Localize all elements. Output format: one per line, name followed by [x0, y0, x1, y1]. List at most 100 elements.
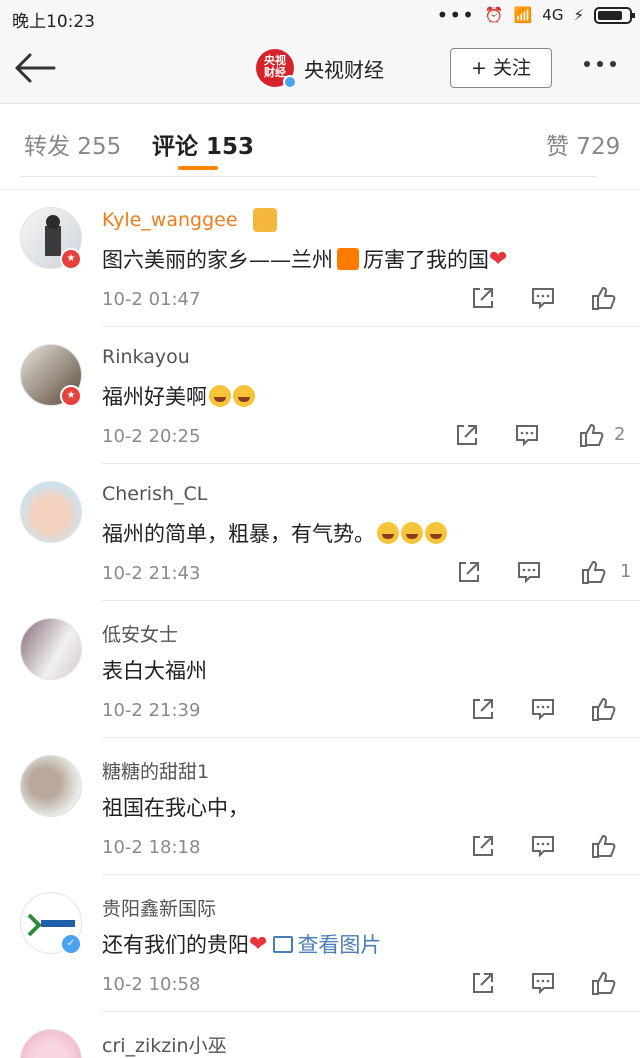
verified-icon	[283, 75, 297, 89]
comment-text-part: 福州好美啊	[102, 385, 207, 409]
comment-icon[interactable]	[530, 285, 556, 311]
view-image-label: 查看图片	[297, 933, 382, 957]
comment-actions: 1	[456, 559, 640, 589]
vip-crown-icon	[253, 208, 277, 232]
like-icon[interactable]	[590, 696, 616, 722]
follow-button[interactable]: + 关注	[450, 48, 552, 88]
comment-username[interactable]: Cherish_CL	[102, 483, 207, 505]
comment-text-part: 表白大福州	[102, 659, 207, 683]
tab-likes[interactable]: 赞 729	[546, 127, 620, 161]
comment-text-part: 祖国在我心中，	[102, 796, 249, 820]
comment-text-part: 福州的简单，粗暴，有气势。	[102, 522, 375, 546]
comment-time: 10-2 10:58	[102, 974, 201, 995]
repost-icon[interactable]	[470, 696, 496, 722]
like-icon[interactable]	[578, 422, 604, 448]
comment-item: ★ Rinkayou 福州好美啊 10-2 20:25 2	[0, 327, 640, 464]
repost-icon[interactable]	[470, 285, 496, 311]
comment-text: 表白大福州	[102, 655, 207, 685]
avatar-logo-text: 央视财经	[264, 54, 286, 79]
image-icon	[273, 935, 294, 953]
comment-item: ★ Kyle_wanggee 图六美丽的家乡——兰州 厉害了我的国 ❤ 10-2…	[0, 190, 640, 327]
view-image-link[interactable]: 查看图片	[273, 929, 381, 959]
status-bar: 晚上10:23 ••• ⏰ 📶 4G ⚡	[0, 0, 640, 34]
network-type: 4G	[542, 6, 564, 24]
comment-actions	[470, 970, 640, 1000]
member-badge-icon: ★	[60, 248, 82, 270]
comment-text-part: 厉害了我的国	[363, 248, 489, 272]
verified-icon: ✓	[60, 933, 82, 955]
alarm-icon: ⏰	[484, 6, 504, 24]
comment-time: 10-2 20:25	[102, 426, 201, 447]
comment-time: 10-2 21:39	[102, 700, 201, 721]
status-time: 晚上10:23	[12, 12, 95, 32]
account-header[interactable]: 央视财经 央视财经	[256, 49, 384, 89]
laughing-emoji-icon	[425, 522, 447, 544]
avatar[interactable]	[20, 1029, 82, 1058]
comment-username[interactable]: Rinkayou	[102, 346, 190, 368]
comment-text-part: 还有我们的贵阳	[102, 933, 249, 957]
charging-icon: ⚡	[573, 6, 584, 24]
more-options-icon[interactable]	[584, 61, 616, 67]
comment-actions: 2	[454, 422, 640, 452]
laughing-emoji-icon	[377, 522, 399, 544]
avatar[interactable]	[20, 755, 82, 817]
comment-username[interactable]: cri_zikzin小巫	[102, 1031, 227, 1058]
comment-item: cri_zikzin小巫	[0, 1012, 640, 1058]
more-notifications-icon: •••	[436, 3, 475, 27]
comment-text: 福州好美啊	[102, 381, 255, 411]
like-icon[interactable]	[590, 970, 616, 996]
tab-bar: 转发 255 评论 153 赞 729	[0, 105, 640, 177]
account-avatar[interactable]: 央视财经	[256, 49, 297, 89]
comment-time: 10-2 18:18	[102, 837, 201, 858]
crying-emoji-icon	[209, 385, 231, 407]
comment-item: ✓ 贵阳鑫新国际 还有我们的贵阳 ❤ 查看图片 10-2 10:58	[0, 875, 640, 1012]
nav-bar: 央视财经 央视财经 + 关注	[0, 34, 640, 104]
comment-username[interactable]: Kyle_wanggee	[102, 209, 238, 231]
repost-icon[interactable]	[470, 970, 496, 996]
like-count: 1	[620, 561, 632, 582]
comment-actions	[470, 285, 640, 315]
repost-icon[interactable]	[454, 422, 480, 448]
comment-username[interactable]: 贵阳鑫新国际	[102, 894, 216, 921]
comment-actions	[470, 833, 640, 863]
comment-text: 还有我们的贵阳 ❤ 查看图片	[102, 929, 381, 959]
zan-emoji-icon	[337, 248, 359, 270]
comment-icon[interactable]	[530, 833, 556, 859]
comment-time: 10-2 21:43	[102, 563, 201, 584]
comment-username[interactable]: 低安女士	[102, 620, 178, 647]
repost-icon[interactable]	[470, 833, 496, 859]
crying-emoji-icon	[233, 385, 255, 407]
laughing-emoji-icon	[401, 522, 423, 544]
comment-item: 低安女士 表白大福州 10-2 21:39	[0, 601, 640, 738]
repost-icon[interactable]	[456, 559, 482, 585]
comment-icon[interactable]	[516, 559, 542, 585]
comment-actions	[470, 696, 640, 726]
comment-item: Cherish_CL 福州的简单，粗暴，有气势。 10-2 21:43 1	[0, 464, 640, 601]
status-icons: ••• ⏰ 📶 4G ⚡	[436, 3, 635, 27]
member-badge-icon: ★	[60, 385, 82, 407]
comment-item: 糖糖的甜甜1 祖国在我心中， 10-2 18:18	[0, 738, 640, 875]
comment-text: 祖国在我心中，	[102, 792, 249, 822]
wifi-icon: 📶	[513, 6, 533, 24]
like-icon[interactable]	[590, 285, 616, 311]
comment-time: 10-2 01:47	[102, 289, 201, 310]
avatar[interactable]	[20, 618, 82, 680]
tab-reposts[interactable]: 转发 255	[24, 127, 121, 161]
tabs-divider	[20, 176, 598, 177]
active-tab-indicator	[178, 166, 218, 170]
back-arrow-icon[interactable]	[14, 52, 56, 84]
comment-icon[interactable]	[530, 696, 556, 722]
comment-text: 福州的简单，粗暴，有气势。	[102, 518, 447, 548]
account-name[interactable]: 央视财经	[304, 54, 384, 83]
battery-icon	[594, 6, 635, 24]
comment-icon[interactable]	[514, 422, 540, 448]
like-icon[interactable]	[580, 559, 606, 585]
tab-comments[interactable]: 评论 153	[152, 127, 254, 161]
avatar[interactable]	[20, 481, 82, 543]
heart-emoji-icon: ❤	[249, 931, 268, 957]
like-icon[interactable]	[590, 833, 616, 859]
comment-username[interactable]: 糖糖的甜甜1	[102, 757, 209, 784]
comment-icon[interactable]	[530, 970, 556, 996]
like-count: 2	[614, 424, 626, 445]
comment-text: 图六美丽的家乡——兰州 厉害了我的国 ❤	[102, 244, 507, 274]
